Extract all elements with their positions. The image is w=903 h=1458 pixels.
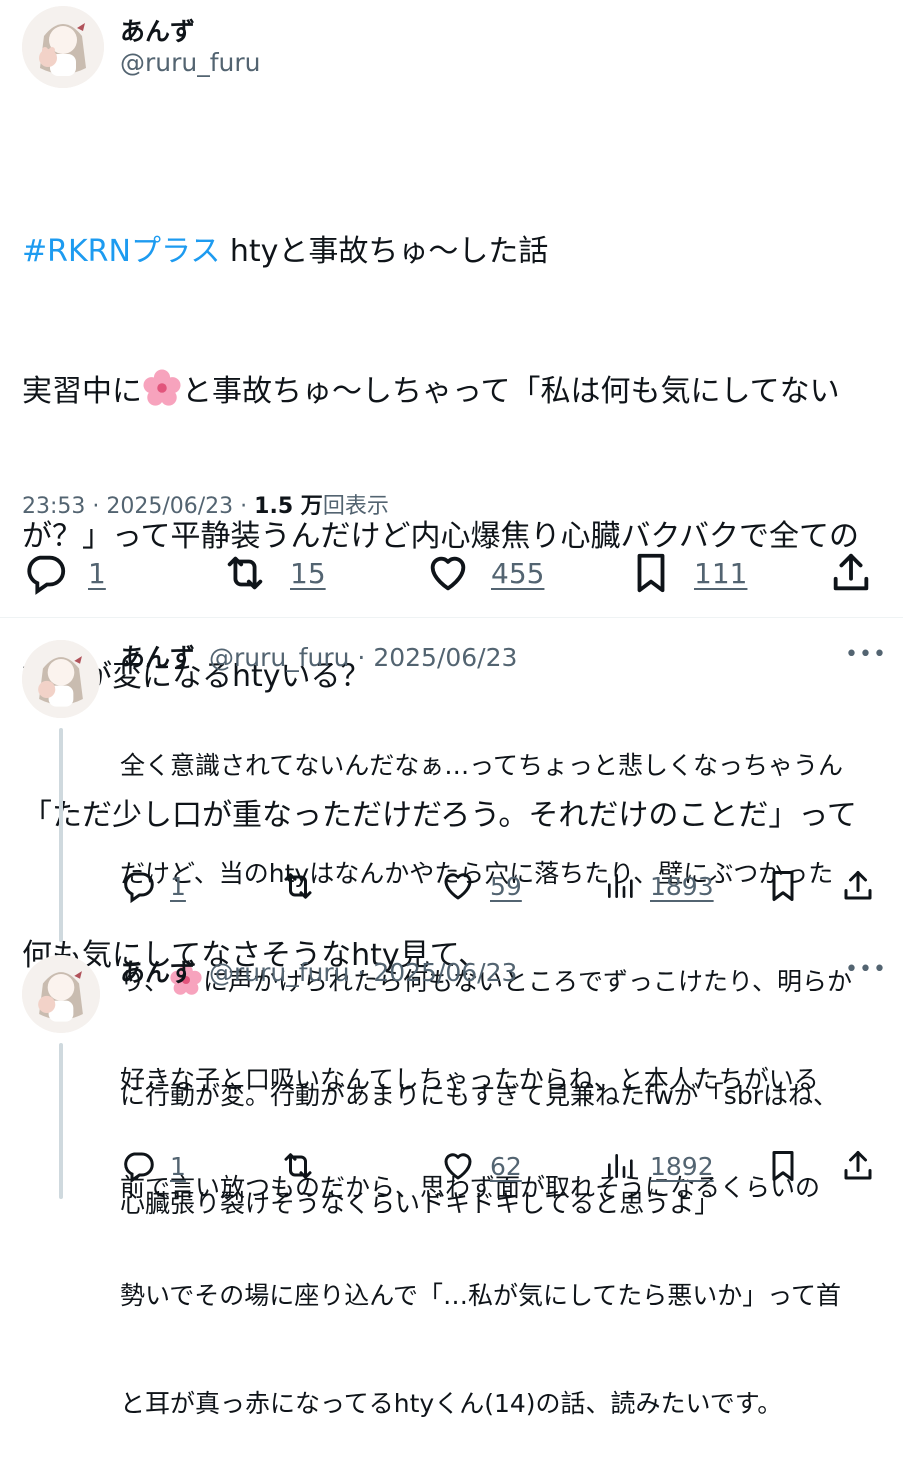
reply-like-button[interactable]: 59 bbox=[440, 868, 522, 904]
reply-reply-button[interactable]: 1 bbox=[120, 1148, 186, 1184]
bookmark-icon bbox=[637, 553, 665, 593]
views-count[interactable]: 1893 bbox=[650, 872, 714, 901]
bookmark-count[interactable]: 111 bbox=[694, 557, 747, 590]
repost-icon bbox=[227, 556, 263, 590]
like-icon bbox=[444, 873, 472, 900]
tweet-meta: 23:53 · 2025/06/23 · 1.5 万回表示 bbox=[22, 488, 389, 520]
reply-header: あんず @ruru_furu · 2025/06/23 bbox=[120, 638, 517, 674]
view-label: 回表示 bbox=[322, 494, 389, 519]
more-options-icon[interactable]: ••• bbox=[845, 957, 887, 982]
tweet-title-line: #RKRNプラス htyと事故ちゅ〜した話 bbox=[22, 229, 892, 276]
thread-line bbox=[59, 1043, 63, 1199]
like-count[interactable]: 455 bbox=[491, 557, 544, 590]
hashtag-link[interactable]: #RKRNプラス bbox=[22, 234, 220, 269]
more-options-icon[interactable]: ••• bbox=[845, 642, 887, 667]
reply-button[interactable]: 1 bbox=[22, 550, 106, 596]
reply-bookmark-button[interactable] bbox=[765, 868, 801, 904]
repost-button[interactable]: 15 bbox=[220, 550, 326, 596]
share-icon bbox=[833, 553, 869, 591]
reply-views-button[interactable]: 1893 bbox=[604, 868, 714, 904]
reply-bookmark-button[interactable] bbox=[765, 1148, 801, 1184]
share-button[interactable] bbox=[828, 550, 874, 596]
reply-icon bbox=[124, 872, 154, 904]
repost-count[interactable]: 15 bbox=[290, 557, 326, 590]
repost-icon bbox=[284, 873, 312, 899]
views-count[interactable]: 1892 bbox=[650, 1152, 714, 1181]
reply-count[interactable]: 1 bbox=[170, 872, 186, 901]
reply-count[interactable]: 1 bbox=[170, 1152, 186, 1181]
like-button[interactable]: 455 bbox=[425, 550, 544, 596]
bookmark-icon bbox=[772, 871, 794, 901]
reply-author-name[interactable]: あんず bbox=[120, 958, 195, 987]
share-icon bbox=[844, 871, 872, 900]
like-icon bbox=[430, 556, 466, 591]
thread-line bbox=[59, 728, 63, 942]
timestamp[interactable]: 23:53 · 2025/06/23 · bbox=[22, 494, 254, 519]
reply-repost-button[interactable] bbox=[278, 868, 318, 904]
author-avatar[interactable] bbox=[22, 6, 104, 88]
view-count: 1.5 万 bbox=[254, 494, 323, 519]
like-count[interactable]: 59 bbox=[490, 872, 522, 901]
reply-handle-date[interactable]: @ruru_furu · 2025/06/23 bbox=[209, 958, 517, 987]
reply-header: あんず @ruru_furu · 2025/06/23 bbox=[120, 953, 517, 989]
reply-icon bbox=[124, 1152, 154, 1184]
reply-repost-button[interactable] bbox=[278, 1148, 318, 1184]
reply-handle-date[interactable]: @ruru_furu · 2025/06/23 bbox=[209, 643, 517, 672]
repost-icon bbox=[284, 1153, 312, 1179]
author-handle[interactable]: @ruru_furu bbox=[120, 48, 261, 77]
like-icon bbox=[444, 1153, 472, 1180]
tweet-title-text: htyと事故ちゅ〜した話 bbox=[220, 234, 549, 269]
views-icon bbox=[608, 874, 633, 898]
like-count[interactable]: 62 bbox=[490, 1152, 522, 1181]
reply-reply-button[interactable]: 1 bbox=[120, 868, 186, 904]
share-icon bbox=[844, 1151, 872, 1180]
divider bbox=[0, 617, 903, 618]
reply-avatar[interactable] bbox=[22, 640, 100, 718]
reply-like-button[interactable]: 62 bbox=[440, 1148, 522, 1184]
reply-share-button[interactable] bbox=[840, 1148, 876, 1184]
cherry-blossom-emoji bbox=[142, 368, 182, 422]
reply-count[interactable]: 1 bbox=[88, 557, 106, 590]
bookmark-icon bbox=[772, 1151, 794, 1181]
bookmark-button[interactable]: 111 bbox=[628, 550, 747, 596]
reply-share-button[interactable] bbox=[840, 868, 876, 904]
reply-author-name[interactable]: あんず bbox=[120, 643, 195, 672]
tweet-line: 実習中に と事故ちゅ〜しちゃって「私は何も気にしてない bbox=[22, 368, 892, 422]
reply-views-button[interactable]: 1892 bbox=[604, 1148, 714, 1184]
reply-avatar[interactable] bbox=[22, 955, 100, 1033]
reply-body: 好きな子と口吸いなんてしちゃったからね、と本人たちがいる 前で言い放つものだから… bbox=[120, 1065, 842, 1418]
reply-icon bbox=[27, 555, 66, 595]
views-icon bbox=[608, 1154, 633, 1178]
author-name[interactable]: あんず bbox=[120, 12, 195, 48]
